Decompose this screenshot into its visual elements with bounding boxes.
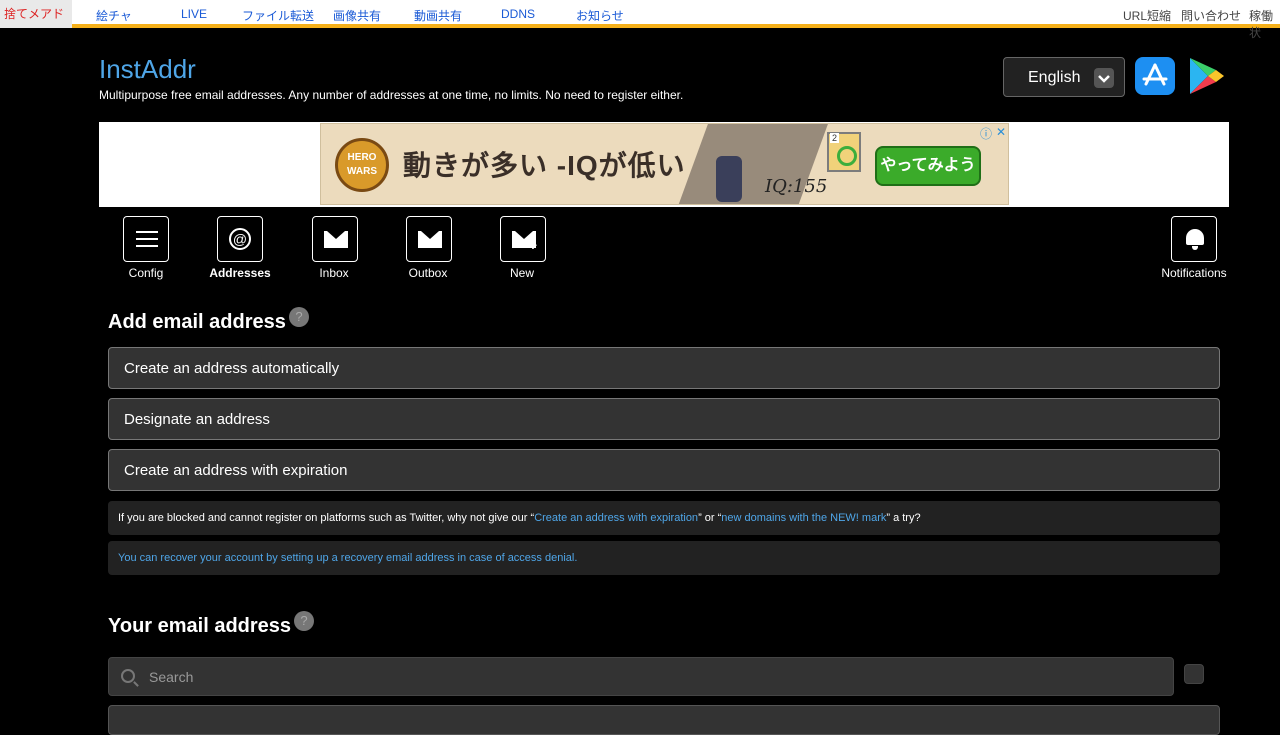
top-nav-link-video-share[interactable]: 動画共有 — [414, 7, 462, 24]
config-button[interactable] — [123, 216, 169, 262]
create-auto-address-option[interactable]: Create an address automatically — [108, 347, 1220, 389]
google-play-icon[interactable] — [1186, 55, 1226, 97]
menu-icon-bar — [136, 238, 158, 240]
search-icon — [121, 669, 135, 683]
notice-text-post: ” a try? — [886, 512, 921, 524]
plus-icon: + — [528, 237, 537, 253]
address-search — [108, 657, 1174, 696]
menu-icon-bar — [136, 245, 158, 247]
address-list-row[interactable] — [108, 705, 1220, 735]
expiration-address-link[interactable]: Create an address with expiration — [534, 512, 698, 524]
ad-hero-graphic — [716, 156, 742, 202]
outbox-label: Outbox — [408, 266, 448, 280]
language-select[interactable]: English — [1003, 57, 1125, 97]
ad-card-graphic: 2 — [827, 132, 861, 172]
top-nav-link-news[interactable]: お知らせ — [576, 7, 624, 24]
select-all-checkbox[interactable] — [1184, 664, 1204, 684]
top-nav-link-image-share[interactable]: 画像共有 — [333, 7, 381, 24]
config-label: Config — [128, 266, 164, 280]
notice-text-pre: If you are blocked and cannot register o… — [118, 512, 535, 524]
new-domains-link[interactable]: new domains with the NEW! mark — [721, 512, 886, 524]
addresses-button[interactable]: @ — [217, 216, 263, 262]
ad-banner[interactable]: HERO WARS 動きが多い -IQが低い IQ:155 2 やってみよう ⓘ… — [320, 123, 1009, 205]
top-nav-link-file-transfer[interactable]: ファイル転送 — [242, 7, 314, 24]
option-label: Designate an address — [124, 411, 270, 428]
top-nav-link-paint-chat[interactable]: 絵チャ — [96, 7, 132, 24]
notice-text-mid: ” or “ — [698, 512, 722, 524]
recovery-notice: You can recover your account by setting … — [108, 541, 1220, 575]
app-store-icon[interactable] — [1135, 57, 1175, 95]
inbox-label: Inbox — [319, 266, 349, 280]
ad-headline: 動きが多い -IQが低い — [403, 150, 686, 181]
new-button[interactable]: + — [500, 216, 546, 262]
notifications-button[interactable] — [1171, 216, 1217, 262]
ad-iq-text: IQ:155 — [765, 176, 828, 197]
ad-info-icon[interactable]: ⓘ — [980, 125, 992, 142]
ad-cta-button[interactable]: やってみよう — [875, 146, 981, 186]
top-nav: 捨てメアド 絵チャ LIVE ファイル転送 画像共有 動画共有 DDNS お知ら… — [0, 0, 1280, 40]
inbox-button[interactable] — [312, 216, 358, 262]
top-nav-link-url-shortener[interactable]: URL短縮 — [1123, 7, 1171, 24]
site-logo[interactable]: InstAddr — [99, 54, 196, 85]
help-icon[interactable]: ? — [294, 611, 314, 631]
envelope-icon — [324, 231, 348, 248]
new-label: New — [509, 266, 534, 280]
ad-container: HERO WARS 動きが多い -IQが低い IQ:155 2 やってみよう ⓘ… — [99, 122, 1229, 207]
top-nav-link-contact[interactable]: 問い合わせ — [1181, 7, 1241, 24]
top-nav-link-status[interactable]: 稼働状 — [1249, 7, 1280, 41]
designate-address-option[interactable]: Designate an address — [108, 398, 1220, 440]
recovery-link[interactable]: You can recover your account by setting … — [118, 552, 577, 564]
menu-icon — [136, 231, 158, 233]
bell-icon — [1186, 229, 1204, 250]
blocked-notice: If you are blocked and cannot register o… — [108, 501, 1220, 535]
top-nav-link-ddns[interactable]: DDNS — [501, 7, 535, 21]
ad-game-logo: HERO WARS — [335, 138, 389, 192]
top-nav-home-link[interactable]: 捨てメアド — [0, 0, 72, 28]
your-email-heading: Your email address — [108, 615, 292, 637]
envelope-icon — [418, 231, 442, 248]
create-expiring-address-option[interactable]: Create an address with expiration — [108, 449, 1220, 491]
option-label: Create an address with expiration — [124, 462, 348, 479]
add-email-heading: Add email address — [108, 311, 286, 333]
search-input[interactable] — [147, 666, 1047, 688]
at-sign-icon: @ — [229, 228, 251, 250]
help-icon[interactable]: ? — [289, 307, 309, 327]
addresses-label: Addresses — [209, 266, 271, 280]
top-nav-link-live[interactable]: LIVE — [181, 7, 207, 21]
site-tagline: Multipurpose free email addresses. Any n… — [99, 88, 684, 102]
chevron-down-icon — [1094, 68, 1114, 88]
ad-card-number: 2 — [830, 133, 840, 143]
option-label: Create an address automatically — [124, 360, 340, 377]
outbox-button[interactable] — [406, 216, 452, 262]
ad-close-icon[interactable]: ✕ — [996, 125, 1006, 139]
language-select-value: English — [1028, 69, 1081, 86]
notifications-label: Notifications — [1161, 266, 1227, 280]
